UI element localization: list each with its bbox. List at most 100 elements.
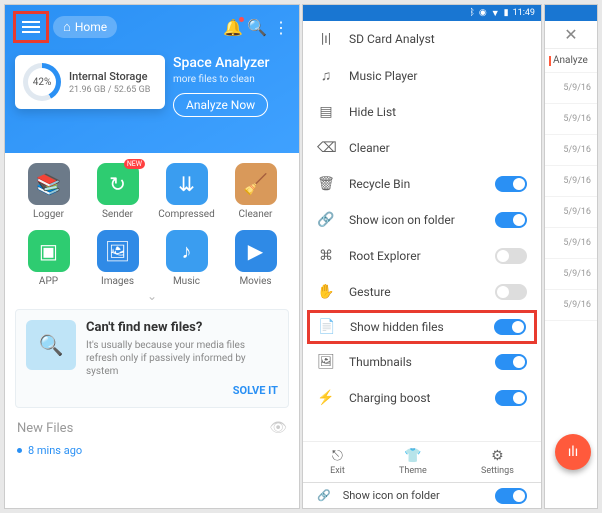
toggle[interactable] xyxy=(494,319,526,335)
tool-images[interactable]: 🖼Images xyxy=(88,230,147,287)
music-icon: ♪ xyxy=(166,230,208,272)
promo-icon: 🔍 xyxy=(26,320,76,370)
analyzer-sub: more files to clean xyxy=(173,74,289,85)
tool-sender[interactable]: NEW↻Sender xyxy=(88,163,147,220)
row-label: Root Explorer xyxy=(349,249,481,263)
row-icon: ⌘ xyxy=(317,248,335,264)
images-icon: 🖼 xyxy=(97,230,139,272)
settings-row[interactable]: 🖼 Thumbnails xyxy=(303,344,541,380)
exit-icon: ⎋ xyxy=(332,448,343,464)
new-file-item[interactable]: 8 mins ago xyxy=(5,442,299,459)
settings-icon: ⚙ xyxy=(491,448,504,464)
storage-used: 21.96 GB / 52.65 GB xyxy=(69,85,150,95)
settings-row[interactable]: ⌘ Root Explorer xyxy=(303,238,541,274)
peek-date: 5/9/16 xyxy=(545,228,597,259)
row-label: Show icon on folder xyxy=(349,213,481,227)
more-icon[interactable]: ⋮ xyxy=(271,18,291,37)
chevron-down-icon[interactable]: ⌄ xyxy=(5,289,299,303)
fab-button[interactable]: ılı xyxy=(555,434,591,470)
eye-icon[interactable]: 👁 xyxy=(269,420,287,436)
toggle[interactable] xyxy=(495,284,527,300)
settings-row[interactable]: ✋Gesture xyxy=(303,274,541,310)
analyzer-title: Space Analyzer xyxy=(173,55,289,71)
tool-logger[interactable]: 📚Logger xyxy=(19,163,78,220)
new-files-label: New Files xyxy=(17,421,73,436)
tool-grid: 📚Logger NEW↻Sender ⇊Compressed 🧹Cleaner … xyxy=(5,153,299,291)
promo-card[interactable]: 🔍 Can't find new files? It's usually bec… xyxy=(15,309,289,408)
exit-button[interactable]: ⎋Exit xyxy=(330,448,345,476)
row-label: Music Player xyxy=(349,69,527,83)
settings-row[interactable]: ⚡Charging boost xyxy=(303,380,541,416)
screen-settings: ᛒ ◉ ▼ ▮ 11:49 |ı|SD Card Analyst ♫ Music P… xyxy=(302,4,542,509)
tool-app[interactable]: ▣APP xyxy=(19,230,78,287)
settings-row[interactable]: 📄Show hidden files xyxy=(307,310,537,344)
analyze-now-button[interactable]: Analyze Now xyxy=(173,93,268,117)
bottom-strip-toggle[interactable] xyxy=(495,488,527,504)
status-bar: ᛒ ◉ ▼ ▮ 11:49 xyxy=(303,5,541,21)
new-files-header: New Files 👁 xyxy=(5,414,299,442)
movies-icon: ▶ xyxy=(235,230,277,272)
new-file-time: 8 mins ago xyxy=(28,444,82,457)
settings-button[interactable]: ⚙Settings xyxy=(481,448,514,476)
dot-icon xyxy=(17,448,22,453)
space-analyzer: Space Analyzer more files to clean Analy… xyxy=(173,55,289,117)
sender-icon: ↻ xyxy=(97,163,139,205)
settings-row[interactable]: ▤Hide List xyxy=(303,94,541,130)
row-icon: ▤ xyxy=(317,104,335,120)
new-badge: NEW xyxy=(124,159,145,169)
row-label: Charging boost xyxy=(349,391,481,405)
toggle[interactable] xyxy=(495,248,527,264)
peek-date: 5/9/16 xyxy=(545,259,597,290)
settings-row[interactable]: 🗑Recycle Bin xyxy=(303,166,541,202)
storage-pct: 42% xyxy=(28,68,56,96)
row-icon: 🖼 xyxy=(317,354,335,370)
theme-icon: 👕 xyxy=(404,448,421,464)
peek-date: 5/9/16 xyxy=(545,73,597,104)
app-icon: ▣ xyxy=(28,230,70,272)
compressed-icon: ⇊ xyxy=(166,163,208,205)
settings-row[interactable]: ⌫ Cleaner xyxy=(303,130,541,166)
toggle[interactable] xyxy=(495,176,527,192)
status-wifi-icon: ▼ xyxy=(491,8,500,19)
peek-date: 5/9/16 xyxy=(545,290,597,321)
peek-status-bar xyxy=(545,5,597,21)
promo-heading: Can't find new files? xyxy=(86,320,278,335)
home-icon xyxy=(63,19,71,35)
theme-button[interactable]: 👕Theme xyxy=(399,448,427,476)
row-label: Cleaner xyxy=(349,141,527,155)
analyze-chip[interactable]: Analyze xyxy=(545,49,597,73)
tool-movies[interactable]: ▶Movies xyxy=(226,230,285,287)
storage-title: Internal Storage xyxy=(69,70,150,83)
status-bt-icon: ᛒ xyxy=(469,8,474,18)
bottom-nav: ⎋Exit 👕Theme ⚙Settings xyxy=(303,441,541,482)
status-time: 11:49 xyxy=(513,8,535,18)
row-label: SD Card Analyst xyxy=(349,32,527,46)
close-button[interactable]: ✕ xyxy=(545,21,597,49)
screen-peek: ✕ Analyze 5/9/165/9/165/9/165/9/165/9/16… xyxy=(544,4,598,509)
solve-it-button[interactable]: SOLVE IT xyxy=(86,384,278,397)
tool-compressed[interactable]: ⇊Compressed xyxy=(157,163,216,220)
settings-row[interactable]: 🔗Show icon on folder xyxy=(303,202,541,238)
menu-icon[interactable] xyxy=(22,18,40,36)
bottom-strip-row[interactable]: 🔗 Show icon on folder xyxy=(303,482,541,508)
cleaner-icon: 🧹 xyxy=(235,163,277,205)
peek-date: 5/9/16 xyxy=(545,135,597,166)
toggle[interactable] xyxy=(495,212,527,228)
storage-card[interactable]: 42% Internal Storage 21.96 GB / 52.65 GB xyxy=(15,55,165,109)
settings-row[interactable]: |ı|SD Card Analyst xyxy=(303,21,541,57)
toggle[interactable] xyxy=(495,390,527,406)
status-loc-icon: ◉ xyxy=(479,8,487,18)
tool-cleaner[interactable]: 🧹Cleaner xyxy=(226,163,285,220)
row-icon: ⌫ xyxy=(317,140,335,156)
toggle[interactable] xyxy=(495,354,527,370)
notifications-icon[interactable]: 🔔 xyxy=(223,18,243,37)
peek-date: 5/9/16 xyxy=(545,197,597,228)
settings-row[interactable]: ♫ Music Player xyxy=(303,57,541,94)
home-chip[interactable]: Home xyxy=(53,16,117,38)
row-icon: ♫ xyxy=(317,67,335,84)
tool-music[interactable]: ♪Music xyxy=(157,230,216,287)
row-label: Gesture xyxy=(349,285,481,299)
row-label: Thumbnails xyxy=(349,355,481,369)
search-icon[interactable]: 🔍 xyxy=(247,18,267,37)
storage-donut: 42% xyxy=(23,63,61,101)
